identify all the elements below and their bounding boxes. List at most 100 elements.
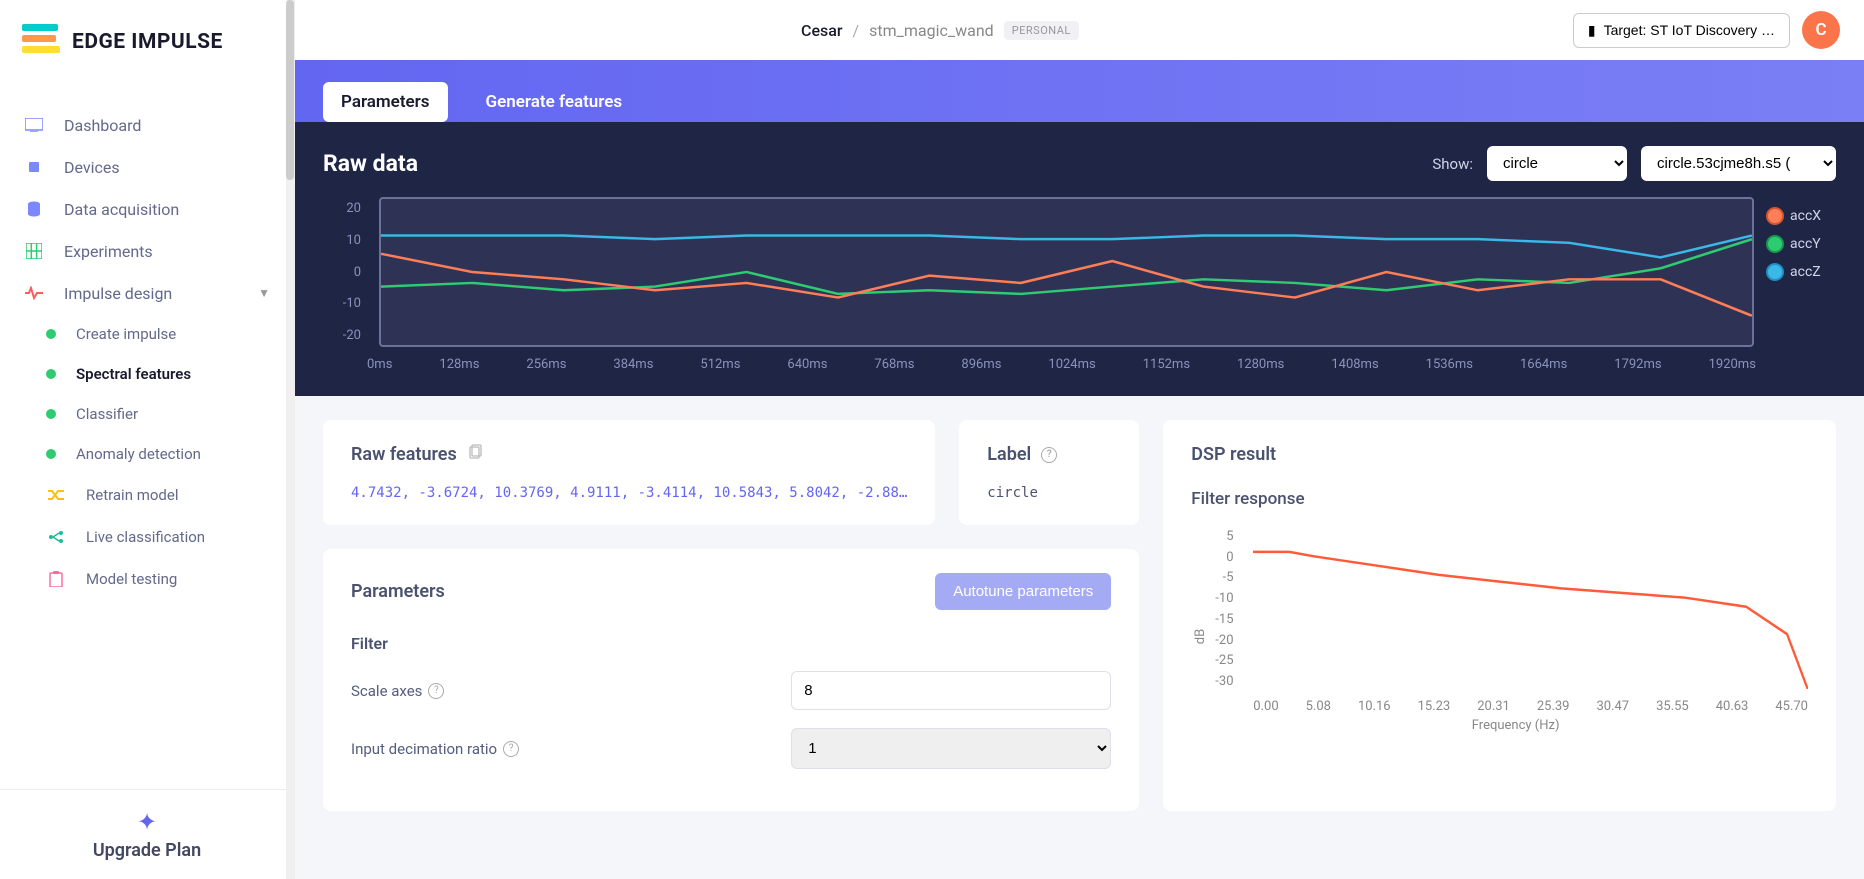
class-select[interactable]: circle (1487, 146, 1627, 181)
raw-legend: accX accY accZ (1766, 197, 1836, 347)
sidebar-item-label: Create impulse (76, 325, 176, 343)
status-dot-icon (46, 329, 56, 339)
sidebar-item-data[interactable]: Data acquisition (0, 188, 294, 230)
grid-icon (24, 241, 44, 261)
topbar: Cesar / stm_magic_wand PERSONAL ▮ Target… (295, 0, 1864, 60)
tab-parameters[interactable]: Parameters (323, 82, 448, 122)
raw-features-title: Raw features (351, 444, 457, 465)
sidebar-item-label: Classifier (76, 405, 138, 423)
filter-response-chart[interactable] (1253, 529, 1808, 689)
tab-generate-features[interactable]: Generate features (468, 82, 641, 122)
legend-dot-icon (1766, 207, 1784, 225)
sidebar-item-impulse[interactable]: Impulse design ▼ (0, 272, 294, 314)
logo[interactable]: EDGE IMPULSE (0, 0, 294, 84)
label-title: Label (987, 444, 1031, 465)
copy-icon[interactable] (467, 444, 483, 465)
scrollbar[interactable] (286, 0, 294, 879)
raw-features-card: Raw features 4.7432, -3.6724, 10.3769, 4… (323, 420, 935, 525)
sidebar-item-create-impulse[interactable]: Create impulse (22, 314, 294, 354)
sidebar-item-anomaly[interactable]: Anomaly detection (22, 434, 294, 474)
sidebar-item-label: Dashboard (64, 116, 141, 135)
raw-x-axis: 0ms128ms256ms384ms512ms640ms768ms896ms10… (323, 347, 1756, 372)
parameters-card: Parameters Autotune parameters Filter Sc… (323, 549, 1139, 811)
legend-accx[interactable]: accX (1766, 207, 1836, 225)
raw-data-title: Raw data (323, 150, 1418, 177)
shuffle-icon (46, 485, 66, 505)
nav-subgroup: Create impulse Spectral features Classif… (0, 314, 294, 600)
logo-icon (22, 24, 62, 60)
sample-select[interactable]: circle.53cjme8h.s5 ( (1641, 146, 1836, 181)
tab-bar: Parameters Generate features (295, 60, 1864, 122)
database-icon (24, 199, 44, 219)
breadcrumb-project[interactable]: stm_magic_wand (869, 21, 994, 40)
pulse-icon (24, 283, 44, 303)
raw-y-axis: 20100-10-20 (323, 197, 367, 347)
decimation-select[interactable]: 1 (791, 728, 1111, 769)
decimation-label: Input decimation ratio? (351, 740, 771, 758)
legend-accy[interactable]: accY (1766, 235, 1836, 253)
dsp-title: DSP result (1191, 444, 1808, 465)
upgrade-button[interactable]: ✦ Upgrade Plan (0, 789, 294, 879)
monitor-icon (24, 115, 44, 135)
legend-dot-icon (1766, 263, 1784, 281)
scale-axes-label: Scale axes? (351, 682, 771, 700)
brand-text: EDGE IMPULSE (72, 30, 223, 54)
breadcrumb-sep: / (853, 21, 860, 40)
sidebar-item-liveclass[interactable]: Live classification (22, 516, 294, 558)
legend-dot-icon (1766, 235, 1784, 253)
autotune-button[interactable]: Autotune parameters (935, 573, 1111, 610)
dsp-y-axis-label: dB (1194, 629, 1209, 644)
breadcrumb: Cesar / stm_magic_wand PERSONAL (319, 21, 1561, 40)
help-icon[interactable]: ? (1041, 447, 1057, 463)
label-card: Label ? circle (959, 420, 1139, 525)
legend-accz[interactable]: accZ (1766, 263, 1836, 281)
sidebar-item-label: Anomaly detection (76, 445, 201, 463)
sidebar-item-label: Spectral features (76, 365, 191, 383)
dsp-result-card: DSP result Filter response dB 50-5-10-15… (1163, 420, 1836, 811)
sidebar-item-label: Impulse design (64, 284, 172, 303)
sidebar-item-label: Data acquisition (64, 200, 179, 219)
raw-data-chart[interactable] (379, 197, 1754, 347)
label-value: circle (987, 485, 1111, 501)
sidebar-item-devices[interactable]: Devices (0, 146, 294, 188)
raw-data-panel: Raw data Show: circle circle.53cjme8h.s5… (295, 122, 1864, 396)
chip-icon: ▮ (1588, 22, 1596, 39)
chevron-down-icon: ▼ (258, 286, 270, 300)
chip-icon (24, 157, 44, 177)
sidebar-item-label: Devices (64, 158, 120, 177)
branch-icon (46, 527, 66, 547)
sidebar-item-classifier[interactable]: Classifier (22, 394, 294, 434)
target-label: Target: ST IoT Discovery … (1604, 22, 1775, 38)
raw-features-data: 4.7432, -3.6724, 10.3769, 4.9111, -3.411… (351, 485, 907, 501)
sidebar-item-dashboard[interactable]: Dashboard (0, 104, 294, 146)
filter-section-heading: Filter (351, 634, 1111, 653)
breadcrumb-user[interactable]: Cesar (801, 21, 843, 40)
scale-axes-input[interactable] (791, 671, 1111, 710)
dsp-x-axis-label: Frequency (Hz) (1223, 718, 1808, 733)
nav: Dashboard Devices Data acquisition Exper… (0, 84, 294, 789)
sidebar-item-label: Model testing (86, 570, 177, 588)
sidebar-item-experiments[interactable]: Experiments (0, 230, 294, 272)
sidebar-item-retrain[interactable]: Retrain model (22, 474, 294, 516)
help-icon[interactable]: ? (503, 741, 519, 757)
help-icon[interactable]: ? (428, 683, 444, 699)
sidebar-item-label: Retrain model (86, 486, 178, 504)
dsp-x-axis: 0.005.0810.1615.2320.3125.3930.4735.5540… (1253, 699, 1808, 714)
params-title: Parameters (351, 581, 445, 602)
sidebar-item-label: Live classification (86, 528, 205, 546)
filter-response-title: Filter response (1191, 489, 1808, 509)
star-icon: ✦ (18, 808, 276, 836)
clipboard-icon (46, 569, 66, 589)
dsp-y-axis: 50-5-10-15-20-25-30 (1215, 529, 1233, 689)
status-dot-icon (46, 409, 56, 419)
status-dot-icon (46, 369, 56, 379)
sidebar-item-label: Experiments (64, 242, 153, 261)
show-label: Show: (1432, 155, 1473, 173)
sidebar-item-spectral[interactable]: Spectral features (22, 354, 294, 394)
status-dot-icon (46, 449, 56, 459)
user-avatar[interactable]: C (1802, 11, 1840, 49)
upgrade-label: Upgrade Plan (18, 840, 276, 861)
sidebar-item-testing[interactable]: Model testing (22, 558, 294, 600)
target-button[interactable]: ▮ Target: ST IoT Discovery … (1573, 13, 1790, 48)
sidebar: EDGE IMPULSE Dashboard Devices Data acqu… (0, 0, 295, 879)
